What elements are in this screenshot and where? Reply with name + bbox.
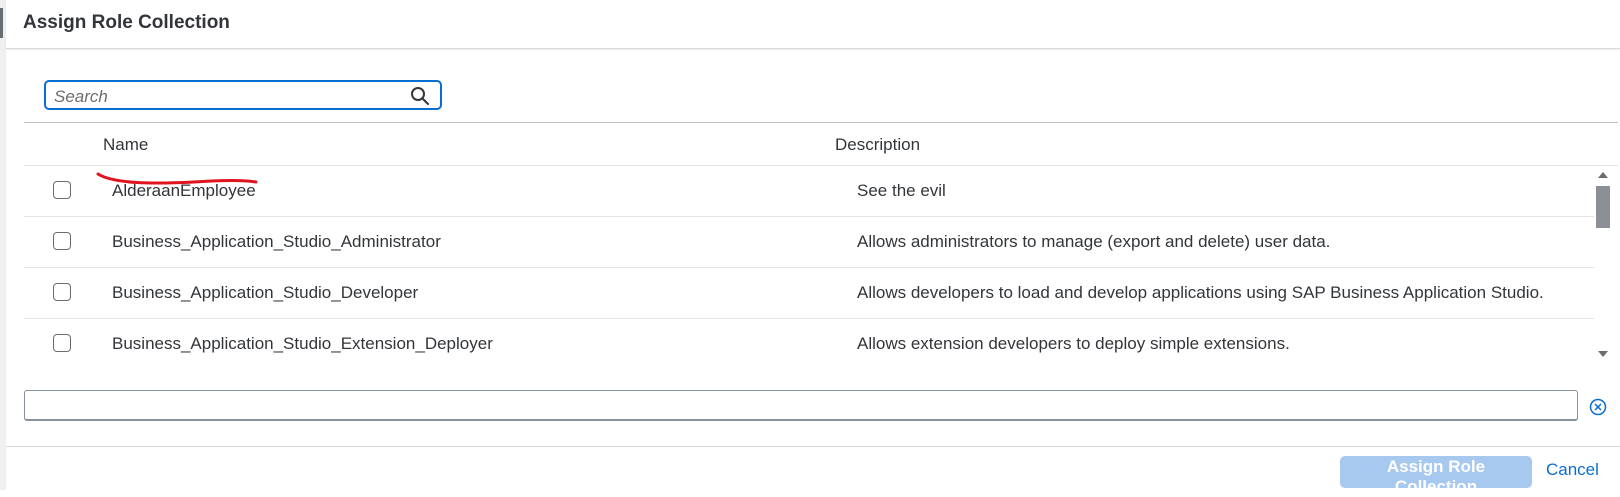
cancel-button[interactable]: Cancel (1546, 460, 1599, 480)
column-header-description[interactable]: Description (835, 135, 920, 155)
row-checkbox[interactable] (53, 181, 71, 199)
role-description: Allows extension developers to deploy si… (857, 334, 1290, 353)
assign-role-collection-button[interactable]: Assign Role Collection (1340, 456, 1532, 496)
role-name: Business_Application_Studio_Administrato… (112, 232, 441, 251)
scroll-down-arrow[interactable] (1598, 351, 1608, 357)
row-checkbox[interactable] (53, 232, 71, 250)
red-underline-annotation (96, 172, 258, 185)
table-row[interactable]: Business_Application_Studio_Extension_De… (24, 319, 1594, 369)
dialog-title: Assign Role Collection (23, 12, 230, 33)
background-window-mark (0, 8, 3, 38)
role-name: Business_Application_Studio_Extension_De… (112, 334, 493, 353)
table-row[interactable]: Business_Application_Studio_Developer Al… (24, 268, 1594, 319)
role-name: Business_Application_Studio_Developer (112, 283, 419, 302)
search-input[interactable] (52, 85, 396, 109)
row-checkbox[interactable] (53, 334, 71, 352)
dialog-header: Assign Role Collection (6, 0, 1620, 49)
search-icon[interactable] (410, 86, 430, 106)
row-checkbox[interactable] (53, 283, 71, 301)
role-collection-table: Name Description AlderaanEmployee See th… (24, 122, 1618, 368)
table-row[interactable]: Business_Application_Studio_Administrato… (24, 217, 1594, 268)
column-header-name[interactable]: Name (103, 135, 148, 155)
selected-roles-tokenizer[interactable] (24, 390, 1578, 421)
scroll-up-arrow[interactable] (1598, 172, 1608, 178)
role-description: See the evil (857, 181, 946, 200)
assign-role-collection-dialog: Assign Role Collection Name Description … (6, 0, 1620, 496)
scrollbar-thumb[interactable] (1596, 186, 1610, 228)
role-description: Allows administrators to manage (export … (857, 232, 1331, 251)
clear-icon[interactable] (1589, 398, 1607, 416)
search-field[interactable] (44, 80, 442, 110)
role-description: Allows developers to load and develop ap… (857, 283, 1544, 302)
table-header: Name Description (24, 123, 1618, 166)
